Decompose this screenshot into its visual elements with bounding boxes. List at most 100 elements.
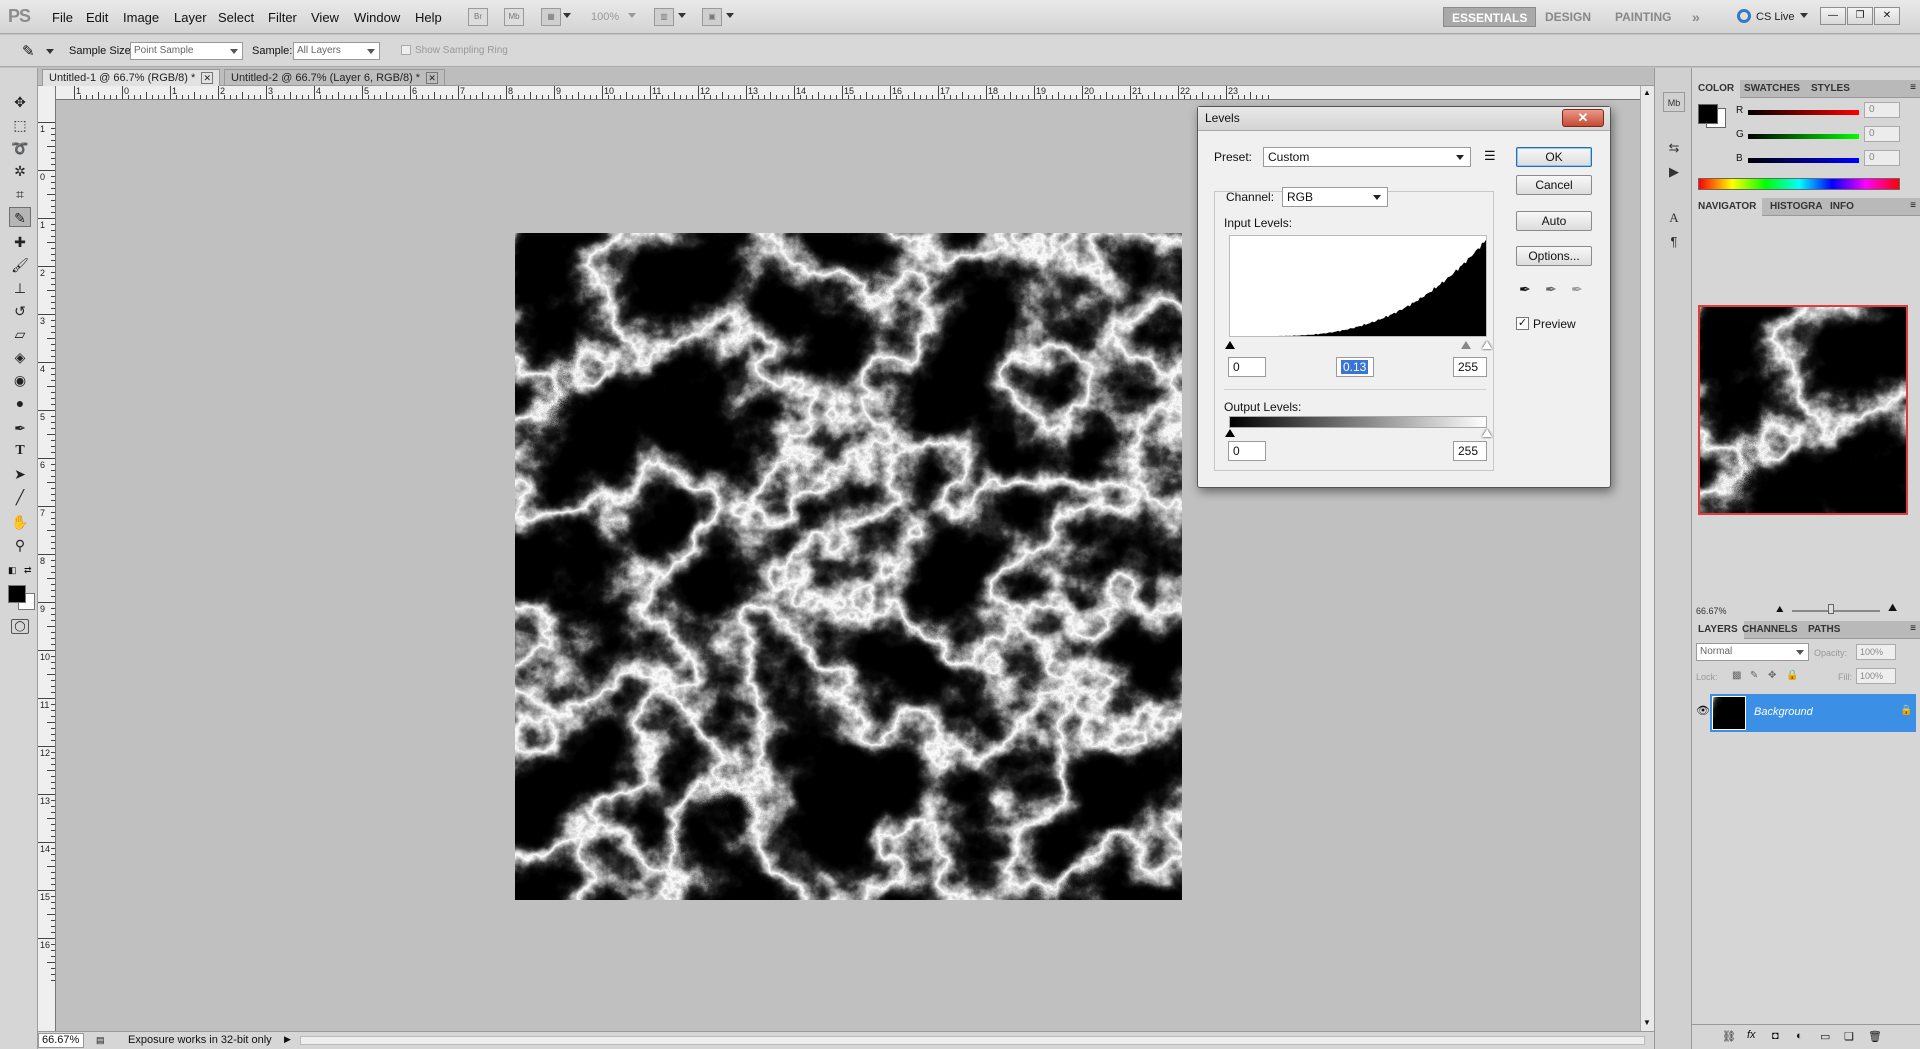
new-layer-icon[interactable]: ❏ xyxy=(1844,1030,1854,1043)
color-spectrum-ramp[interactable] xyxy=(1698,178,1900,190)
document-image[interactable] xyxy=(515,233,1182,900)
output-black-field[interactable]: 0 xyxy=(1228,441,1266,461)
cs-live-menu[interactable]: CS Live xyxy=(1756,11,1795,23)
blend-mode-select[interactable]: Normal xyxy=(1696,643,1809,661)
red-slider[interactable] xyxy=(1748,110,1859,115)
arrange-documents-icon[interactable]: ▥ xyxy=(654,8,674,26)
healing-brush-tool-icon[interactable]: ✚ xyxy=(9,232,31,252)
input-gamma-field[interactable]: 0.13 xyxy=(1336,357,1374,377)
menu-window[interactable]: Window xyxy=(354,10,400,25)
gray-eyedropper-icon[interactable]: ✒ xyxy=(1545,281,1557,298)
input-black-field[interactable]: 0 xyxy=(1228,357,1266,377)
more-workspaces-icon[interactable]: » xyxy=(1684,7,1708,27)
layer-visibility-eye-icon[interactable]: 👁 xyxy=(1696,704,1710,717)
lock-pixels-icon[interactable]: ✎ xyxy=(1750,670,1758,681)
menu-layer[interactable]: Layer xyxy=(174,10,207,25)
panel-menu-icon[interactable]: ≡ xyxy=(1910,623,1916,634)
menu-filter[interactable]: Filter xyxy=(268,10,297,25)
brush-tool-icon[interactable]: 🖌 xyxy=(9,255,31,275)
foreground-color-swatch[interactable] xyxy=(8,585,26,603)
white-eyedropper-icon[interactable]: ✒ xyxy=(1571,281,1583,298)
swap-colors-icon[interactable]: ⇄ xyxy=(24,565,32,576)
chevron-down-icon[interactable] xyxy=(628,13,636,18)
horizontal-scrollbar[interactable] xyxy=(300,1036,1645,1045)
workspace-design[interactable]: DESIGN xyxy=(1537,7,1599,27)
path-selection-tool-icon[interactable]: ➤ xyxy=(9,464,31,484)
type-tool-icon[interactable]: T xyxy=(9,441,31,461)
tab-info[interactable]: INFO xyxy=(1824,198,1860,216)
output-slider-track[interactable] xyxy=(1225,429,1492,439)
eraser-tool-icon[interactable]: ▱ xyxy=(9,324,31,344)
black-eyedropper-icon[interactable]: ✒ xyxy=(1519,281,1531,298)
chevron-down-icon[interactable] xyxy=(563,13,571,18)
tab-channels[interactable]: CHANNELS xyxy=(1736,621,1804,639)
scroll-down-icon[interactable]: ▼ xyxy=(1643,1018,1651,1027)
red-value[interactable]: 0 xyxy=(1864,102,1900,118)
auto-button[interactable]: Auto xyxy=(1516,211,1592,231)
quick-mask-icon[interactable]: ◯ xyxy=(11,619,29,634)
green-slider[interactable] xyxy=(1748,134,1859,139)
zoom-out-icon[interactable]: ⛰ xyxy=(1776,604,1784,615)
restore-button[interactable]: ❐ xyxy=(1847,7,1873,25)
minibridge-panel-icon[interactable]: Mb xyxy=(1663,92,1685,112)
vertical-scrollbar[interactable]: ▲ ▼ xyxy=(1640,86,1654,1031)
options-button[interactable]: Options... xyxy=(1516,246,1592,266)
blue-value[interactable]: 0 xyxy=(1864,150,1900,166)
hand-tool-icon[interactable]: ✋ xyxy=(9,512,31,532)
input-white-field[interactable]: 255 xyxy=(1453,357,1487,377)
adjustment-layer-icon[interactable]: ◐ xyxy=(1796,1030,1803,1042)
dialog-title[interactable]: Levels xyxy=(1198,107,1610,131)
menu-select[interactable]: Select xyxy=(218,10,254,25)
paragraph-panel-icon[interactable]: ¶ xyxy=(1663,232,1685,252)
zoom-in-icon[interactable]: ⛰ xyxy=(1888,602,1897,615)
tab-color[interactable]: COLOR xyxy=(1692,80,1741,98)
chevron-down-icon[interactable] xyxy=(1800,13,1808,18)
character-panel-icon[interactable]: A xyxy=(1663,208,1685,228)
sample-size-select[interactable]: Point Sample xyxy=(130,42,243,60)
status-menu-icon[interactable]: ▶ xyxy=(284,1034,291,1045)
menu-help[interactable]: Help xyxy=(415,10,442,25)
layer-style-icon[interactable]: fx xyxy=(1747,1029,1756,1041)
group-icon[interactable]: ▭ xyxy=(1820,1030,1830,1043)
tab-untitled-1[interactable]: Untitled-1 @ 66.7% (RGB/8) * ✕ xyxy=(42,69,221,86)
preset-select[interactable]: Custom xyxy=(1263,147,1471,167)
chevron-down-icon[interactable] xyxy=(726,13,734,18)
layer-row[interactable]: Background 🔒 xyxy=(1710,694,1916,732)
tab-paths[interactable]: PATHS xyxy=(1802,621,1846,639)
workspace-essentials[interactable]: ESSENTIALS xyxy=(1443,7,1537,27)
eyedropper-icon[interactable]: ✎ xyxy=(22,42,35,60)
navigator-zoom-slider[interactable] xyxy=(1792,610,1880,612)
cancel-button[interactable]: Cancel xyxy=(1516,175,1592,195)
lock-transparent-icon[interactable]: ▩ xyxy=(1732,670,1741,681)
lasso-tool-icon[interactable]: ➰ xyxy=(9,138,31,158)
fill-value[interactable]: 100% xyxy=(1856,668,1896,684)
preview-checkbox[interactable]: ✓ xyxy=(1516,317,1529,330)
tab-histogram[interactable]: HISTOGRA xyxy=(1764,198,1829,216)
close-icon[interactable]: ✕ xyxy=(201,72,214,85)
lock-position-icon[interactable]: ✥ xyxy=(1768,670,1776,681)
extras-icon[interactable]: ▦ xyxy=(541,8,561,26)
panel-menu-icon[interactable]: ≡ xyxy=(1910,82,1916,93)
navigator-thumbnail[interactable] xyxy=(1698,305,1908,515)
lock-all-icon[interactable]: 🔒 xyxy=(1786,670,1798,681)
close-window-button[interactable]: ✕ xyxy=(1874,7,1900,25)
clone-stamp-tool-icon[interactable]: ⊥ xyxy=(9,278,31,298)
minimize-button[interactable]: — xyxy=(1820,7,1846,25)
zoom-slider-handle[interactable] xyxy=(1828,604,1834,614)
workspace-painting[interactable]: PAINTING xyxy=(1607,7,1679,27)
sampling-ring-checkbox[interactable] xyxy=(401,45,411,55)
preset-options-icon[interactable]: ☰ xyxy=(1484,148,1496,164)
layer-mask-icon[interactable]: ◘ xyxy=(1772,1030,1779,1042)
scroll-up-icon[interactable]: ▲ xyxy=(1643,88,1651,97)
tab-untitled-2[interactable]: Untitled-2 @ 66.7% (Layer 6, RGB/8) * ✕ xyxy=(224,69,446,86)
tab-swatches[interactable]: SWATCHES xyxy=(1738,80,1806,98)
blur-tool-icon[interactable]: ◉ xyxy=(9,370,31,390)
line-tool-icon[interactable]: ╱ xyxy=(9,487,31,507)
trash-icon[interactable]: 🗑 xyxy=(1868,1030,1882,1043)
chevron-down-icon[interactable] xyxy=(46,49,54,54)
menu-view[interactable]: View xyxy=(311,10,339,25)
status-info-icon[interactable]: ▤ xyxy=(96,1035,105,1046)
input-gamma-handle[interactable] xyxy=(1461,341,1471,349)
navigator-zoom[interactable]: 66.67% xyxy=(1696,606,1727,616)
quick-selection-tool-icon[interactable]: ✲ xyxy=(9,161,31,181)
